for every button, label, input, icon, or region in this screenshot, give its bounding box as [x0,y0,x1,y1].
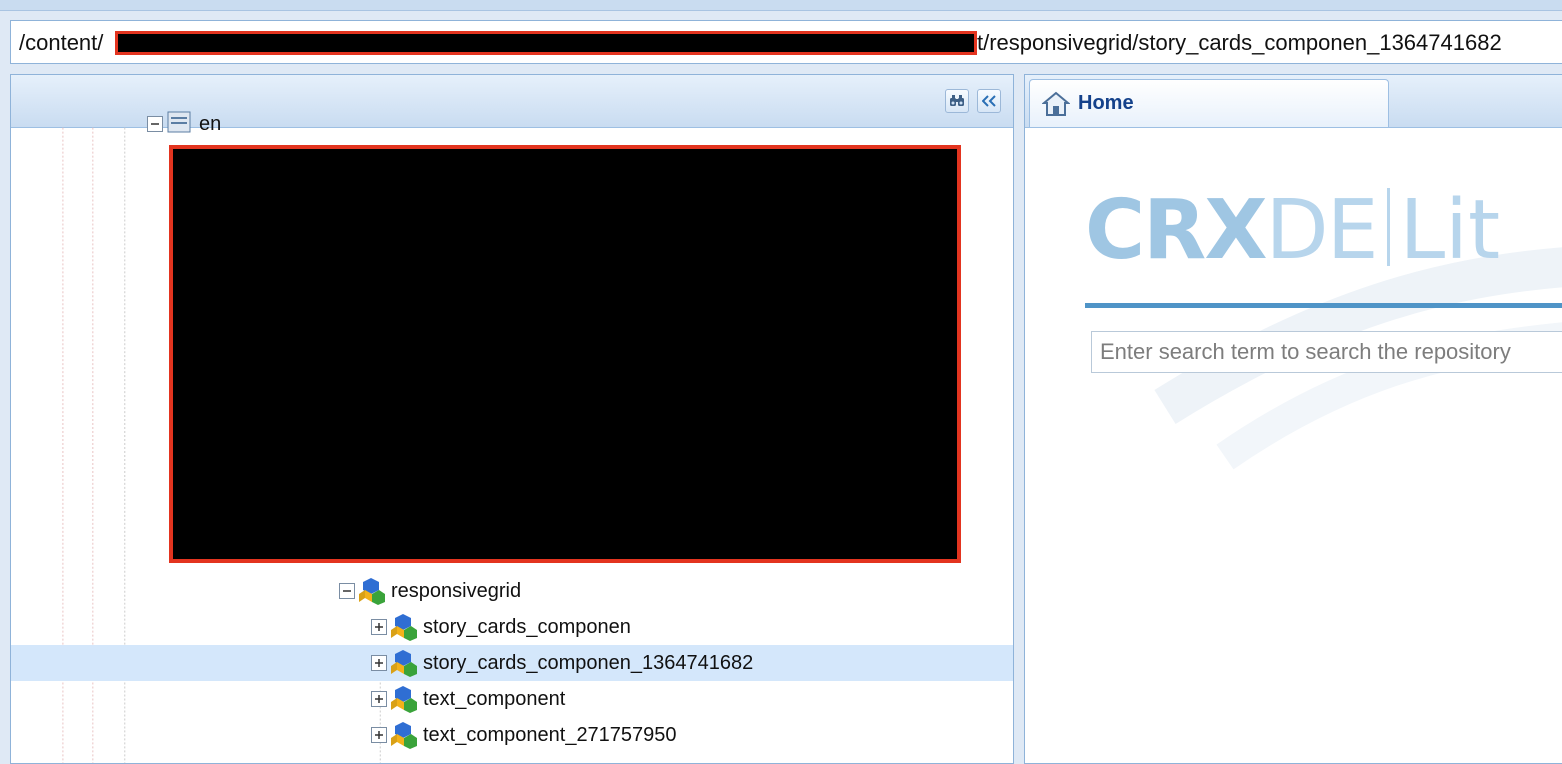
binoculars-icon [950,95,964,106]
content-panel: Home CRXDE Lit [1024,74,1562,764]
double-chevron-left-icon [982,95,996,107]
tree-node-partial[interactable]: en [147,111,221,137]
path-suffix: t/responsivegrid/story_cards_componen_13… [977,30,1502,55]
tree-node-text-component[interactable]: text_component [371,681,565,717]
logo-divider [1386,188,1390,266]
component-node-icon [391,722,417,749]
tree-node-story-cards-1364741682[interactable]: story_cards_componen_1364741682 [11,645,1013,681]
tab-strip: Home [1025,75,1562,128]
tree-node-story-cards[interactable]: story_cards_componen [371,609,631,645]
collapse-panel-button[interactable] [977,89,1001,113]
find-button[interactable] [945,89,969,113]
logo-lite: Lit [1399,183,1501,278]
home-icon [1042,91,1070,116]
tab-home[interactable]: Home [1029,79,1389,127]
path-redaction [115,31,977,55]
component-node-icon [391,650,417,677]
path-prefix: /content/ [19,30,104,55]
collapse-icon[interactable] [147,116,163,132]
tree-redaction [169,145,961,563]
logo-crx: CRX [1085,183,1268,278]
expand-icon[interactable] [371,727,387,743]
repository-search-input[interactable] [1091,331,1562,373]
logo-rule [1085,303,1562,308]
tree-node-label: text_component [423,687,566,710]
page-node-icon [167,111,191,133]
tree-node-label: story_cards_componen [423,615,631,638]
component-node-icon [391,614,417,641]
tree-node-responsivegrid[interactable]: responsivegrid [339,573,521,609]
tree-panel: en responsivegrid story_cards_componen s… [10,74,1014,764]
crxde-logo: CRXDE Lit [1085,183,1500,283]
expand-icon[interactable] [371,691,387,707]
tree-node-label: text_component_271757950 [423,723,677,746]
tab-home-label: Home [1078,92,1134,114]
tree-node-label: responsivegrid [391,579,522,602]
expand-icon[interactable] [371,619,387,635]
tree-node-label: en [199,112,222,135]
collapse-icon[interactable] [339,583,355,599]
tree-node-text-component-271757950[interactable]: text_component_271757950 [371,717,677,753]
path-bar[interactable]: /content/ t/responsivegrid/story_cards_c… [10,20,1562,64]
logo-de: DE [1265,183,1379,278]
component-node-icon [359,578,385,605]
expand-icon[interactable] [371,655,387,671]
component-node-icon [391,686,417,713]
top-strip [0,0,1562,11]
tree-node-label: story_cards_componen_1364741682 [423,651,754,674]
